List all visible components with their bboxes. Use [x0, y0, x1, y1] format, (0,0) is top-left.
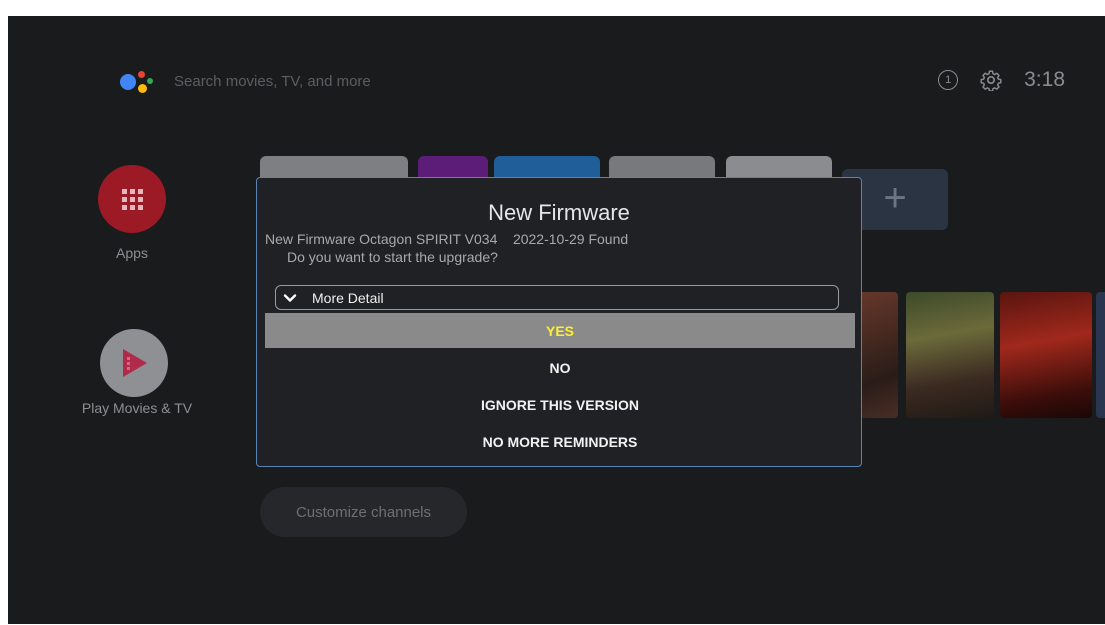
chevron-down-icon [283, 293, 297, 302]
ignore-version-button[interactable]: IGNORE THIS VERSION [265, 387, 855, 422]
more-detail-label: More Detail [312, 289, 384, 306]
play-movies-label: Play Movies & TV [81, 400, 193, 416]
dialog-question: Do you want to start the upgrade? [287, 249, 498, 265]
notification-icon[interactable]: 1 [938, 70, 959, 90]
clock: 3:18 [1024, 68, 1065, 91]
google-assistant-icon[interactable] [120, 68, 154, 98]
play-movies-button[interactable] [100, 329, 168, 397]
movie-poster[interactable] [906, 292, 994, 418]
apps-label: Apps [116, 245, 148, 261]
dialog-message: New Firmware Octagon SPIRIT V034 2022-10… [265, 231, 629, 247]
movie-poster[interactable] [1000, 292, 1092, 418]
play-movies-icon [123, 349, 147, 377]
apps-grid-icon [121, 188, 143, 210]
movie-poster[interactable] [1096, 292, 1105, 418]
tv-home-screen: Search movies, TV, and more 1 3:18 Apps … [8, 16, 1105, 624]
top-right-status: 1 3:18 [938, 68, 1065, 92]
no-button[interactable]: NO [265, 350, 855, 385]
search-input[interactable]: Search movies, TV, and more [174, 73, 371, 90]
apps-button[interactable] [98, 165, 166, 233]
more-detail-toggle[interactable]: More Detail [275, 285, 839, 310]
firmware-dialog: New Firmware New Firmware Octagon SPIRIT… [256, 177, 862, 467]
yes-button[interactable]: YES [265, 313, 855, 348]
customize-channels-button[interactable]: Customize channels [260, 487, 467, 537]
gear-icon[interactable] [980, 69, 1002, 91]
no-more-reminders-button[interactable]: NO MORE REMINDERS [265, 424, 855, 459]
dialog-title: New Firmware [488, 200, 630, 225]
